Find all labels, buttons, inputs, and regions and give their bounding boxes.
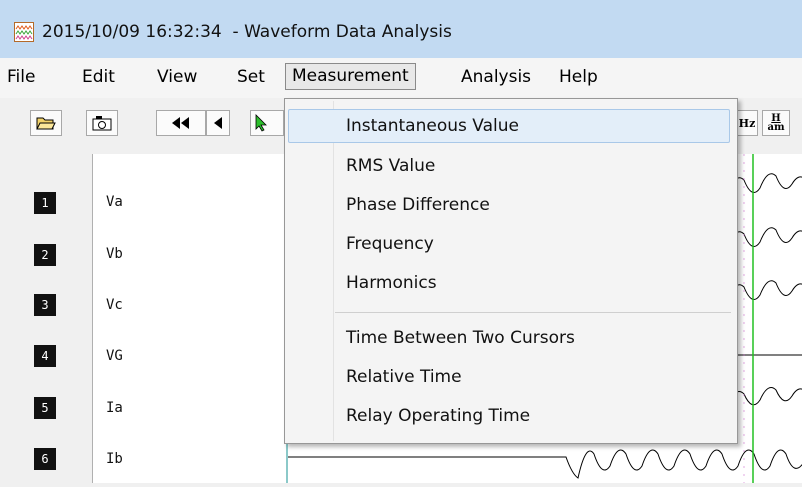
channel-number: 2: [34, 244, 56, 266]
harmonic-button[interactable]: H am: [762, 110, 790, 136]
title-bar: 2015/10/09 16:32:34 - Waveform Data Anal…: [0, 0, 802, 58]
waveform-vc: [727, 280, 802, 300]
cursor-button[interactable]: [250, 110, 284, 136]
menu-item-phase-difference[interactable]: Phase Difference: [285, 187, 737, 223]
menu-item-relative-time[interactable]: Relative Time: [285, 359, 737, 395]
menu-analysis[interactable]: Analysis: [458, 67, 534, 87]
menu-item-harmonics[interactable]: Harmonics: [285, 265, 737, 301]
menu-help[interactable]: Help: [556, 67, 601, 87]
channel-name: Vc: [106, 297, 123, 313]
menu-view[interactable]: View: [154, 67, 200, 87]
menu-item-time-between-two-cursors[interactable]: Time Between Two Cursors: [285, 320, 737, 356]
menu-item-rms-value[interactable]: RMS Value: [285, 148, 737, 184]
menu-measurement[interactable]: Measurement: [285, 63, 416, 90]
menu-item-frequency[interactable]: Frequency: [285, 226, 737, 262]
frequency-button[interactable]: Hz: [736, 110, 758, 136]
measurement-dropdown-menu: Instantaneous Value RMS Value Phase Diff…: [284, 98, 738, 444]
menu-item-label: Time Between Two Cursors: [346, 328, 575, 348]
channel-name: Vb: [106, 246, 123, 262]
open-folder-icon: [36, 117, 56, 130]
menu-item-label: RMS Value: [346, 156, 436, 176]
waveform-app-icon: [14, 22, 34, 42]
fast-rewind-button[interactable]: [156, 110, 206, 136]
menu-item-relay-operating-time[interactable]: Relay Operating Time: [285, 398, 737, 434]
waveform-ia: [727, 387, 802, 406]
waveform-ib: [288, 449, 802, 479]
menu-separator: [335, 312, 731, 313]
channel-number: 6: [34, 448, 56, 470]
menu-edit[interactable]: Edit: [79, 67, 118, 87]
step-back-button[interactable]: [206, 110, 230, 136]
menu-file[interactable]: File: [4, 67, 38, 87]
menu-item-label: Frequency: [346, 234, 434, 254]
camera-icon: [92, 116, 112, 131]
channel-number: 5: [34, 397, 56, 419]
menu-item-label: Instantaneous Value: [346, 116, 519, 136]
channel-name: Ib: [106, 451, 123, 467]
channel-number: 3: [34, 294, 56, 316]
rewind-icon: [172, 117, 189, 129]
snapshot-button[interactable]: [86, 110, 118, 136]
harmonic-icon-sub: am: [767, 122, 785, 133]
menu-item-label: Relative Time: [346, 367, 462, 387]
channel-name: Ia: [106, 400, 123, 416]
open-button[interactable]: [30, 110, 62, 136]
channel-name: Va: [106, 194, 123, 210]
cursor-icon: [255, 114, 267, 132]
menu-item-instantaneous-value[interactable]: Instantaneous Value: [285, 108, 737, 144]
waveform-va: [727, 173, 802, 193]
channel-number: 4: [34, 345, 56, 367]
menu-item-label: Relay Operating Time: [346, 406, 531, 426]
waveform-vb: [727, 227, 802, 247]
menu-item-label: Harmonics: [346, 273, 437, 293]
menu-bar: File Edit View Set Measurement Analysis …: [0, 58, 802, 99]
menu-item-label: Phase Difference: [346, 195, 490, 215]
channel-name: VG: [106, 348, 123, 364]
menu-set[interactable]: Set: [234, 67, 268, 87]
hz-icon: Hz: [738, 116, 756, 130]
channel-number: 1: [34, 192, 56, 214]
step-back-icon: [214, 117, 222, 129]
window-title: 2015/10/09 16:32:34 - Waveform Data Anal…: [42, 22, 452, 42]
